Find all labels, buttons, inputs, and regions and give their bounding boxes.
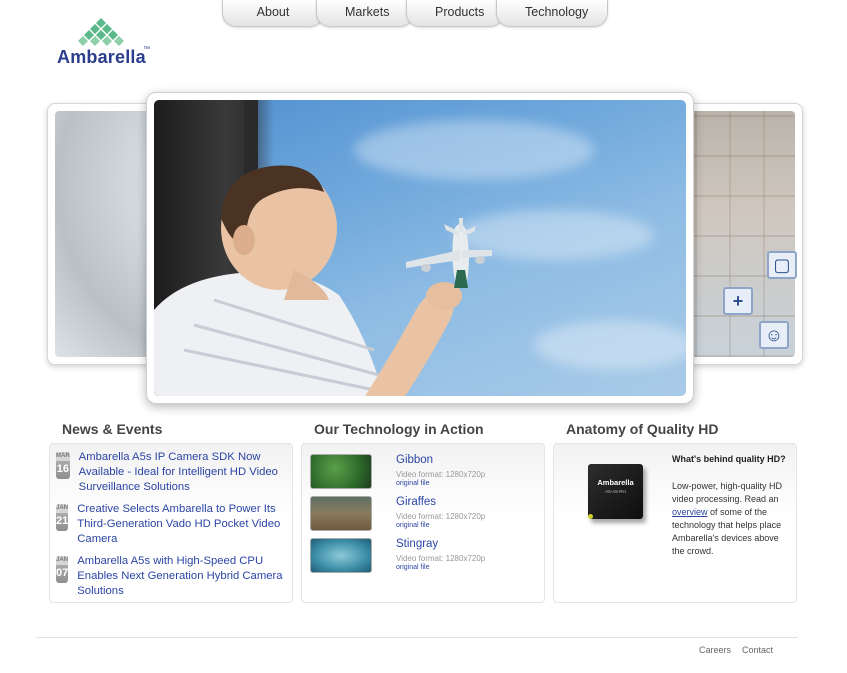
- news-section-title: News & Events: [62, 421, 163, 437]
- anatomy-text-before: Low-power, high-quality HD video process…: [672, 481, 783, 504]
- logo-wordmark: Ambarella: [57, 47, 146, 67]
- video-item: Giraffes Video format: 1280x720p origina…: [310, 496, 540, 532]
- calendar-date-icon: MAR 16: [56, 452, 70, 479]
- block-plus-icon: +: [723, 287, 753, 315]
- news-link[interactable]: Ambarella A5s IP Camera SDK Now Availabl…: [79, 450, 288, 495]
- stingray-video-thumbnail[interactable]: [310, 538, 372, 573]
- news-item: MAR 16 Ambarella A5s IP Camera SDK Now A…: [56, 450, 288, 495]
- news-item: JAN 21 Creative Selects Ambarella to Pow…: [56, 502, 288, 547]
- news-date-month: MAR: [56, 452, 70, 461]
- news-date-month: JAN: [56, 556, 69, 565]
- video-format: Video format: 1280x720p: [396, 512, 486, 521]
- gibbon-video-thumbnail[interactable]: [310, 454, 372, 489]
- video-title[interactable]: Gibbon: [396, 454, 433, 466]
- anatomy-section-title: Anatomy of Quality HD: [566, 421, 719, 437]
- news-link[interactable]: Creative Selects Ambarella to Power Its …: [77, 502, 288, 547]
- chip-icon: Ambarella A5-A5-RH: [588, 464, 643, 519]
- tech-section-title: Our Technology in Action: [314, 421, 484, 437]
- nav-tab-about[interactable]: About: [222, 0, 324, 27]
- block-face-icon: ☺: [759, 321, 789, 349]
- anatomy-panel: Ambarella A5-A5-RH What's behind quality…: [553, 443, 797, 603]
- chip-marker-icon: [588, 514, 593, 519]
- news-date-day: 07: [56, 567, 69, 579]
- footer-careers-link[interactable]: Careers: [699, 645, 731, 655]
- video-format: Video format: 1280x720p: [396, 554, 486, 563]
- chip-brand: Ambarella: [597, 478, 634, 487]
- calendar-date-icon: JAN 07: [56, 556, 69, 583]
- logo-diamond-icon: [78, 18, 124, 46]
- original-file-link[interactable]: original file: [396, 564, 429, 571]
- news-date-day: 16: [56, 463, 69, 475]
- image-carousel: + ☺ ▢: [44, 92, 806, 406]
- overview-link[interactable]: overview: [672, 507, 708, 517]
- child-airplane-illustration: [154, 165, 492, 396]
- logo-trademark: ™: [143, 46, 150, 53]
- chip-code: A5-A5-RH: [605, 489, 626, 494]
- news-link[interactable]: Ambarella A5s with High-Speed CPU Enable…: [77, 554, 288, 599]
- news-date-day: 21: [56, 515, 69, 527]
- news-item: JAN 07 Ambarella A5s with High-Speed CPU…: [56, 554, 288, 599]
- anatomy-description: Low-power, high-quality HD video process…: [672, 480, 792, 558]
- original-file-link[interactable]: original file: [396, 522, 429, 529]
- video-title[interactable]: Stingray: [396, 538, 438, 550]
- video-item: Stingray Video format: 1280x720p origina…: [310, 538, 540, 574]
- original-file-link[interactable]: original file: [396, 480, 429, 487]
- anatomy-question: What's behind quality HD?: [672, 454, 786, 464]
- carousel-current-slide[interactable]: [146, 92, 694, 404]
- nav-tab-technology[interactable]: Technology: [496, 0, 608, 27]
- video-title[interactable]: Giraffes: [396, 496, 436, 508]
- nav-tab-markets[interactable]: Markets: [316, 0, 414, 27]
- main-nav: About Markets Products Technology: [222, 0, 608, 28]
- calendar-date-icon: JAN 21: [56, 504, 69, 531]
- ambarella-logo[interactable]: Ambarella ™: [57, 18, 157, 68]
- footer-divider: [36, 637, 798, 638]
- giraffes-video-thumbnail[interactable]: [310, 496, 372, 531]
- block-letter-icon: ▢: [767, 251, 797, 279]
- processor-chip-image[interactable]: Ambarella A5-A5-RH: [560, 456, 660, 526]
- news-date-month: JAN: [56, 504, 69, 513]
- nav-tab-products[interactable]: Products: [406, 0, 504, 27]
- child-with-toy-airplane-image: [154, 100, 686, 396]
- video-item: Gibbon Video format: 1280x720p original …: [310, 454, 540, 490]
- news-panel: MAR 16 Ambarella A5s IP Camera SDK Now A…: [49, 443, 293, 603]
- footer-contact-link[interactable]: Contact: [742, 645, 773, 655]
- video-format: Video format: 1280x720p: [396, 470, 486, 479]
- technology-panel: Gibbon Video format: 1280x720p original …: [301, 443, 545, 603]
